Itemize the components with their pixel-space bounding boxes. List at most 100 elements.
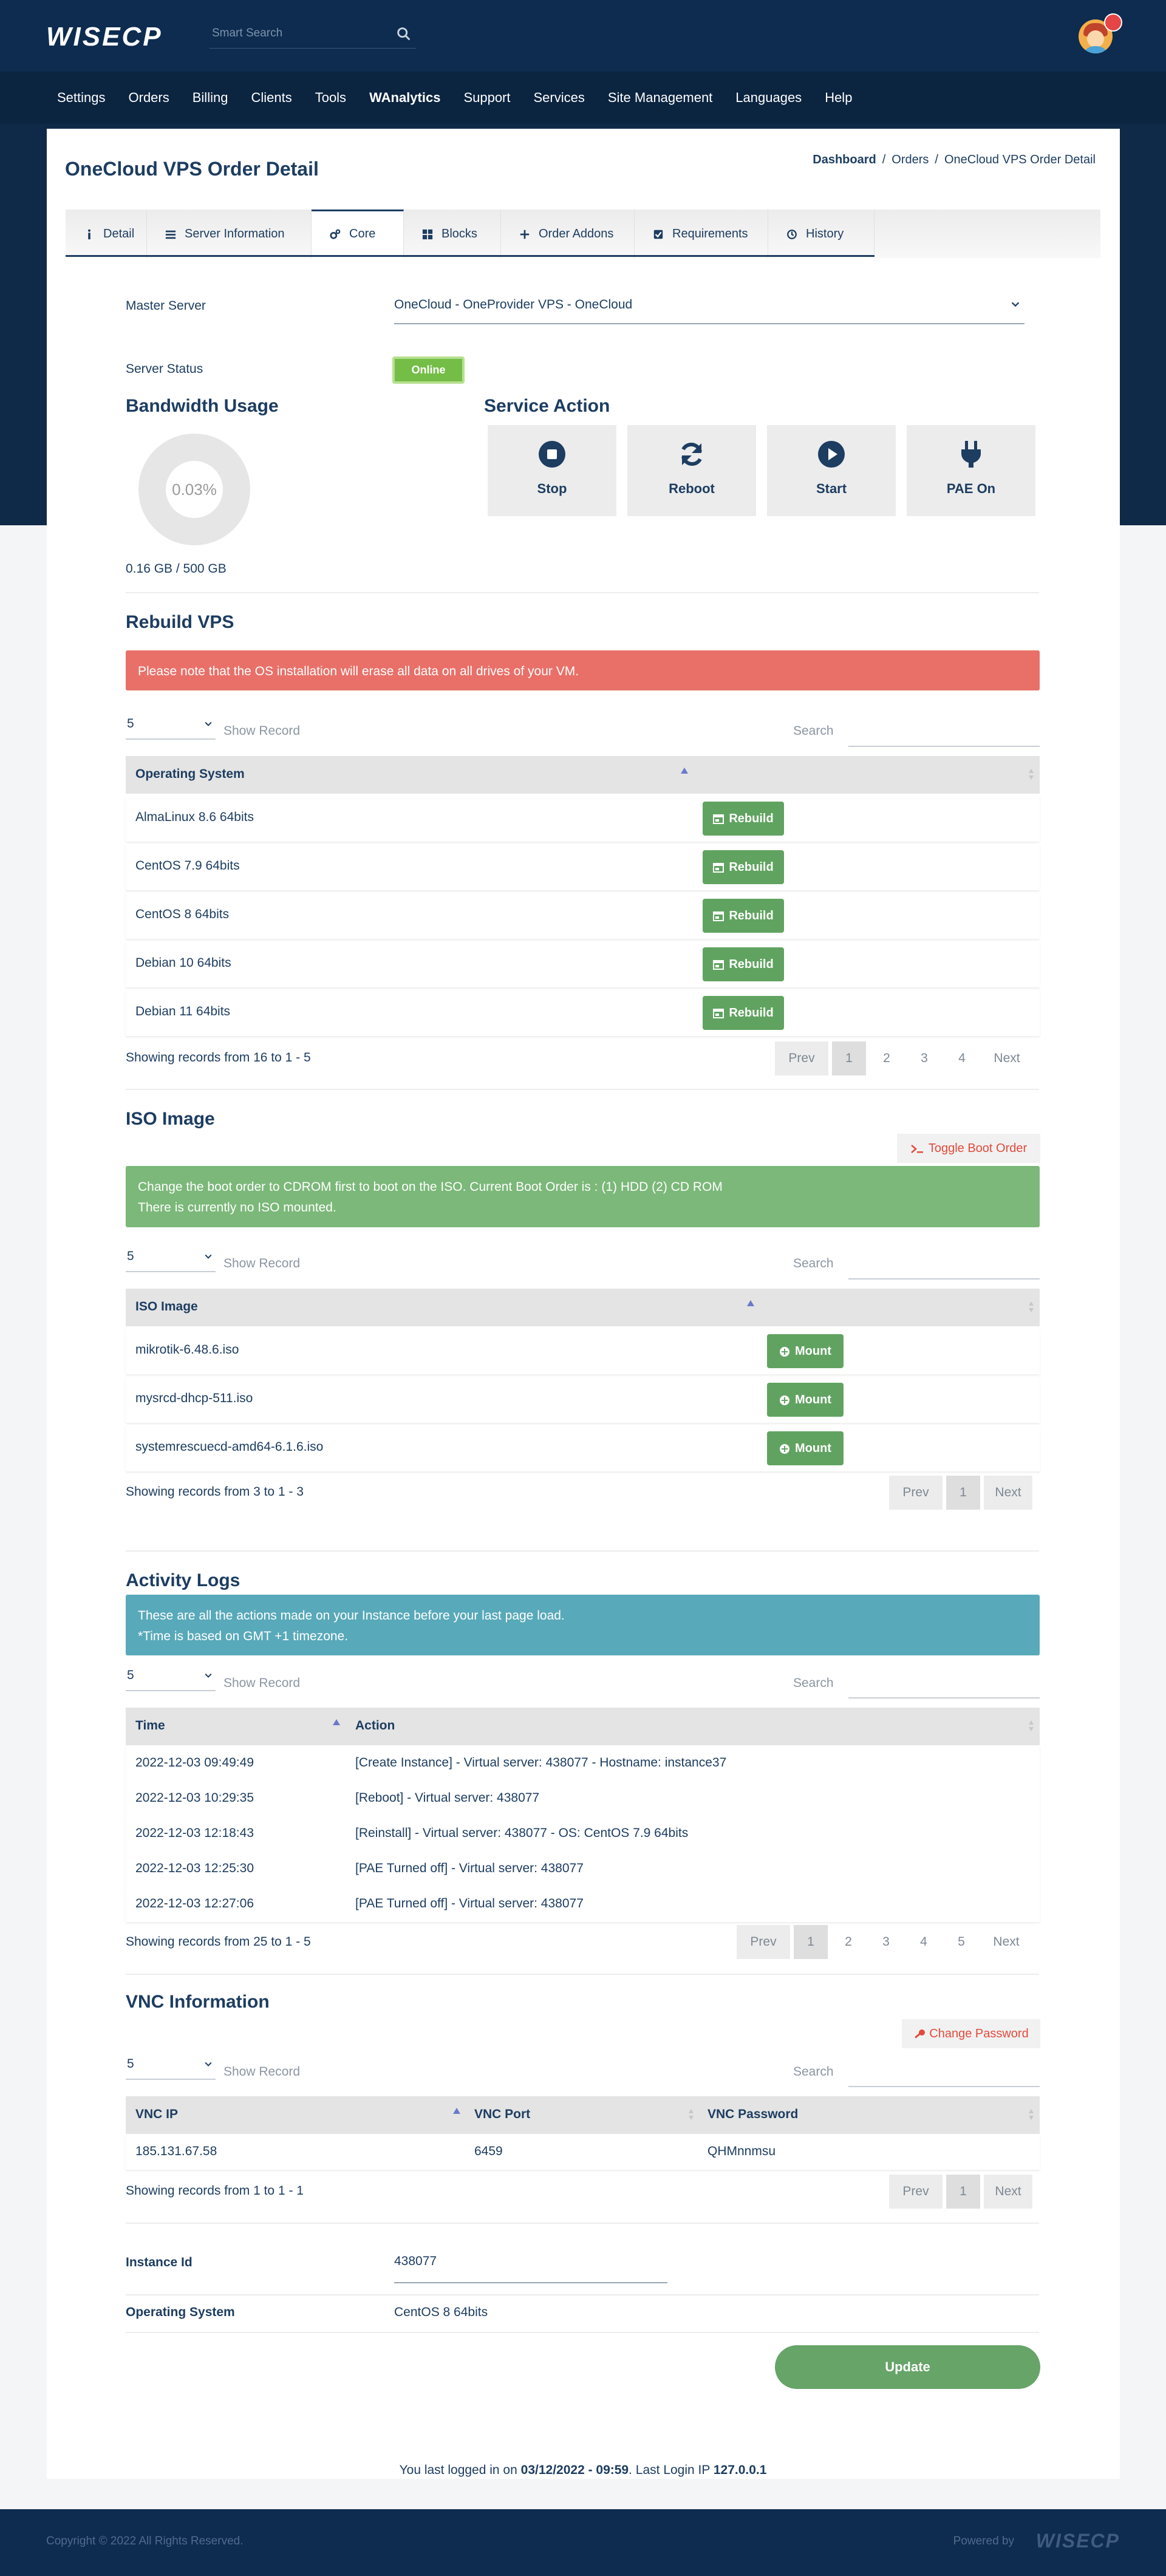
page-1[interactable]: 1 [832, 1041, 866, 1075]
sort-icon[interactable] [1028, 1301, 1034, 1313]
notification-icon[interactable] [1104, 13, 1122, 32]
instance-id-input[interactable]: 438077 [394, 2254, 437, 2269]
breadcrumb-orders[interactable]: Orders [892, 153, 929, 166]
nav-services[interactable]: Services [534, 90, 585, 106]
tab-server-information[interactable]: Server Information [147, 210, 312, 258]
nav-site-management[interactable]: Site Management [608, 90, 712, 106]
breadcrumb-dashboard[interactable]: Dashboard [813, 153, 876, 166]
divider [126, 1550, 1039, 1552]
sort-icon[interactable] [1028, 768, 1034, 780]
wisecp-logo[interactable]: WISECP [46, 22, 163, 52]
iso-page-size-select[interactable]: 5 [126, 1248, 216, 1272]
change-password-button[interactable]: Change Password [902, 2019, 1040, 2048]
tab-core[interactable]: Core [312, 210, 404, 258]
column-time[interactable]: Time [135, 1719, 165, 1733]
page-1[interactable]: 1 [946, 1476, 980, 1510]
sort-asc-icon[interactable] [746, 1300, 755, 1307]
mount-button[interactable]: Mount [767, 1334, 844, 1368]
logs-search-input[interactable] [848, 1674, 1040, 1699]
tab-detail[interactable]: Detail [66, 210, 147, 258]
mount-button[interactable]: Mount [767, 1431, 844, 1465]
next-button[interactable]: Next [984, 1476, 1032, 1510]
activity-logs-title: Activity Logs [126, 1570, 240, 1590]
logs-page-size-select[interactable]: 5 [126, 1667, 216, 1691]
footer-logo[interactable]: WISECP [1036, 2530, 1120, 2552]
nav-billing[interactable]: Billing [193, 90, 228, 106]
reboot-button[interactable]: Reboot [627, 425, 756, 516]
rebuild-show-record: Show Record [223, 724, 301, 738]
rebuild-page-size-select[interactable]: 5 [126, 715, 216, 740]
prev-button[interactable]: Prev [737, 1925, 790, 1959]
rebuild-button[interactable]: Rebuild [703, 996, 784, 1030]
plug-icon [961, 441, 981, 468]
rebuild-button[interactable]: Rebuild [703, 899, 784, 933]
column-vnc-ip[interactable]: VNC IP [135, 2107, 178, 2122]
column-iso-image[interactable]: ISO Image [135, 1300, 198, 1314]
nav-settings[interactable]: Settings [57, 90, 106, 106]
next-button[interactable]: Next [984, 2175, 1032, 2209]
nav-wanalytics[interactable]: WAnalytics [369, 90, 440, 106]
nav-clients[interactable]: Clients [251, 90, 292, 106]
prev-button[interactable]: Prev [889, 1476, 943, 1510]
rebuild-search-input[interactable] [848, 723, 1040, 747]
stop-button[interactable]: Stop [488, 425, 616, 516]
vnc-page-size-select[interactable]: 5 [126, 2056, 216, 2080]
column-action[interactable]: Action [355, 1719, 395, 1733]
vnc-table-header: VNC IP VNC Port VNC Password [126, 2096, 1040, 2134]
page-3[interactable]: 3 [907, 1041, 941, 1075]
divider [126, 592, 1039, 593]
iso-search-input[interactable] [848, 1255, 1040, 1279]
mount-button[interactable]: Mount [767, 1383, 844, 1417]
sort-asc-icon[interactable] [332, 1719, 341, 1726]
next-button[interactable]: Next [982, 1925, 1031, 1959]
nav-orders[interactable]: Orders [129, 90, 169, 106]
operating-system-label: Operating System [126, 2305, 235, 2319]
nav-support[interactable]: Support [463, 90, 510, 106]
page-2[interactable]: 2 [831, 1925, 865, 1959]
vnc-search-label: Search [793, 2065, 834, 2079]
sort-asc-icon[interactable] [680, 767, 689, 774]
nav-help[interactable]: Help [825, 90, 852, 106]
pae-on-button[interactable]: PAE On [907, 425, 1035, 516]
update-button[interactable]: Update [775, 2345, 1040, 2389]
page-4[interactable]: 4 [907, 1925, 941, 1959]
page-1[interactable]: 1 [794, 1925, 828, 1959]
toggle-boot-order-button[interactable]: Toggle Boot Order [897, 1134, 1040, 1163]
start-button[interactable]: Start [767, 425, 896, 516]
column-operating-system[interactable]: Operating System [135, 767, 245, 782]
smart-search-input[interactable]: Smart Search [210, 23, 416, 49]
rebuild-search-label: Search [793, 724, 834, 738]
master-server-underline [394, 323, 1025, 324]
breadcrumb-current[interactable]: OneCloud VPS Order Detail [944, 153, 1096, 166]
page-5[interactable]: 5 [944, 1925, 978, 1959]
column-vnc-port[interactable]: VNC Port [474, 2107, 530, 2122]
list-icon [165, 230, 176, 239]
search-icon[interactable] [395, 26, 412, 43]
sort-icon[interactable] [1028, 2108, 1034, 2121]
page-4[interactable]: 4 [945, 1041, 979, 1075]
vnc-search-input[interactable] [848, 2063, 1040, 2087]
sort-icon[interactable] [688, 2108, 694, 2121]
tab-blocks[interactable]: Blocks [404, 210, 501, 258]
sort-icon[interactable] [1028, 1720, 1034, 1732]
page-1[interactable]: 1 [946, 2175, 980, 2209]
nav-tools[interactable]: Tools [315, 90, 346, 106]
rebuild-button[interactable]: Rebuild [703, 947, 784, 981]
master-server-select[interactable]: OneCloud - OneProvider VPS - OneCloud [394, 298, 632, 312]
tab-requirements[interactable]: Requirements [635, 210, 768, 258]
next-button[interactable]: Next [983, 1041, 1031, 1075]
page-2[interactable]: 2 [870, 1041, 904, 1075]
column-vnc-password[interactable]: VNC Password [707, 2107, 798, 2122]
prev-button[interactable]: Prev [775, 1041, 828, 1075]
page-3[interactable]: 3 [869, 1925, 903, 1959]
rebuild-button[interactable]: Rebuild [703, 850, 784, 884]
nav-languages[interactable]: Languages [735, 90, 802, 106]
table-row: Debian 11 64bits Rebuild [126, 990, 1040, 1036]
tab-history[interactable]: History [768, 210, 874, 258]
sort-asc-icon[interactable] [452, 2107, 461, 2114]
iso-pagination: Prev 1 Next [885, 1476, 1032, 1510]
chevron-down-icon[interactable] [1010, 299, 1021, 310]
tab-order-addons[interactable]: Order Addons [501, 210, 635, 258]
prev-button[interactable]: Prev [889, 2175, 943, 2209]
rebuild-button[interactable]: Rebuild [703, 802, 784, 836]
